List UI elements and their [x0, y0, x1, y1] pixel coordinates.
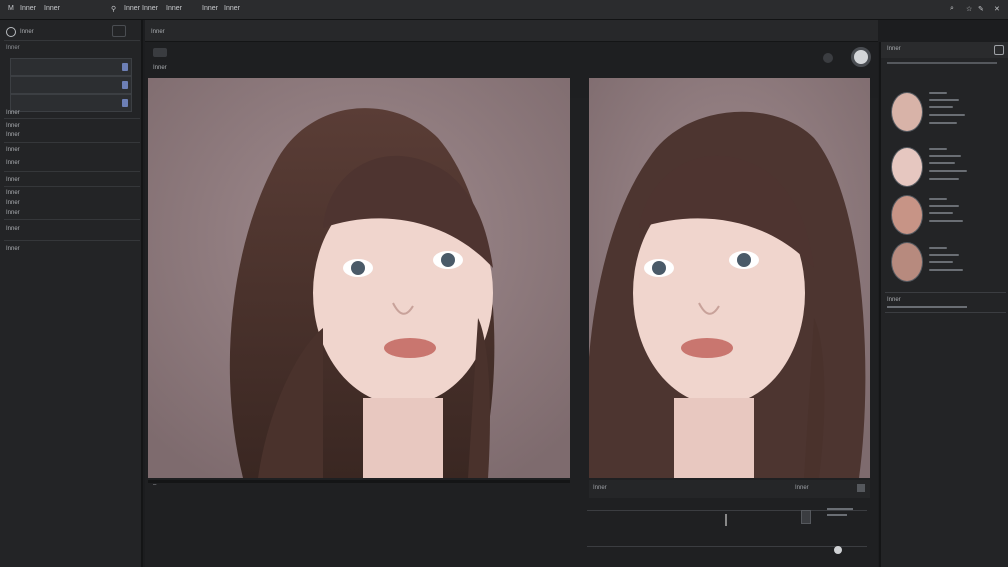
portrait-image-result — [589, 78, 870, 478]
cloud-icon[interactable] — [153, 48, 167, 57]
divider — [4, 186, 140, 187]
setting-label: Inner — [6, 132, 20, 138]
panel-title: Inner — [20, 29, 34, 35]
history-thumb-3[interactable] — [891, 195, 923, 235]
history-thumb-4[interactable] — [891, 242, 923, 282]
menu-item-7[interactable]: Inner — [224, 5, 240, 12]
input-field-2[interactable] — [10, 76, 132, 94]
menu-item-4[interactable]: Inner — [142, 5, 158, 12]
field-toggle-icon[interactable] — [122, 63, 128, 71]
menu-item-5[interactable]: Inner — [166, 5, 182, 12]
right-panel: Inner Inner — [879, 42, 1008, 567]
menu-item-1[interactable]: Inner — [20, 5, 36, 12]
history-label: Inner — [887, 297, 901, 303]
close-icon[interactable]: ✕ — [994, 5, 1000, 13]
left-sidebar: Inner Inner Inner Inner Inner Inner Inne… — [0, 20, 143, 567]
setting-label: Inner — [6, 110, 20, 116]
menu-icon-1[interactable]: ⚲ — [111, 5, 116, 13]
divider — [4, 118, 140, 119]
view-label: Inner — [153, 65, 167, 71]
setting-label: Inner — [6, 147, 20, 153]
info-text-line — [827, 508, 853, 510]
slider-handle-icon[interactable] — [725, 514, 727, 526]
zoom-out-icon[interactable] — [823, 53, 833, 63]
divider — [4, 171, 140, 172]
menu-item-m[interactable]: M — [8, 5, 14, 12]
history-thumb-1[interactable] — [891, 92, 923, 132]
app-logo-icon — [6, 27, 16, 37]
pen-icon[interactable]: ✎ — [978, 5, 984, 13]
toolbar-label: Inner — [151, 29, 165, 35]
setting-label: Inner — [6, 246, 20, 252]
result-photo[interactable] — [589, 78, 870, 478]
divider — [4, 219, 140, 220]
record-button-icon[interactable] — [851, 47, 871, 67]
menu-item-3[interactable]: Inner — [124, 5, 140, 12]
setting-label: Inner — [6, 210, 20, 216]
field-toggle-icon[interactable] — [122, 99, 128, 107]
star-icon[interactable]: ☆ — [966, 5, 972, 13]
controls-panel — [575, 504, 878, 567]
info-text-line — [827, 514, 847, 516]
help-icon[interactable]: ⌕ — [950, 5, 954, 13]
field-toggle-icon[interactable] — [122, 81, 128, 89]
toggle-icon[interactable] — [801, 510, 811, 524]
original-photo[interactable] — [148, 78, 570, 478]
expand-icon[interactable] — [857, 484, 865, 492]
result-caption-right: Inner — [795, 485, 809, 491]
divider — [4, 142, 140, 143]
setting-value[interactable]: Inner — [6, 226, 20, 232]
setting-label: Inner — [6, 177, 20, 183]
collapse-icon[interactable] — [994, 45, 1004, 55]
setting-label: Inner — [6, 200, 20, 206]
result-caption: Inner — [593, 485, 607, 491]
setting-label: Inner — [6, 123, 20, 129]
setting-label: Inner — [6, 190, 20, 196]
menu-bar: M Inner Inner ⚲ Inner Inner Inner Inner … — [0, 0, 1008, 20]
panel-menu-button[interactable] — [112, 25, 126, 37]
input-field-1[interactable] — [10, 58, 132, 76]
divider — [4, 40, 140, 41]
main-view: Inner Inner – Inner Inner — [145, 20, 878, 567]
divider — [4, 240, 140, 241]
portrait-image — [148, 78, 570, 478]
input-field-3[interactable] — [10, 94, 132, 112]
view-toolbar: Inner — [145, 20, 878, 42]
history-thumb-2[interactable] — [891, 147, 923, 187]
menu-item-2[interactable]: Inner — [44, 5, 60, 12]
section-label: Inner — [6, 45, 20, 51]
play-icon[interactable] — [834, 546, 842, 554]
result-caption-bar: Inner Inner — [589, 480, 870, 498]
panel-title: Inner — [887, 46, 901, 52]
setting-value[interactable]: Inner — [6, 160, 20, 166]
left-caption: – — [153, 482, 157, 488]
right-panel-header: Inner — [881, 42, 1008, 58]
menu-item-6[interactable]: Inner — [202, 5, 218, 12]
